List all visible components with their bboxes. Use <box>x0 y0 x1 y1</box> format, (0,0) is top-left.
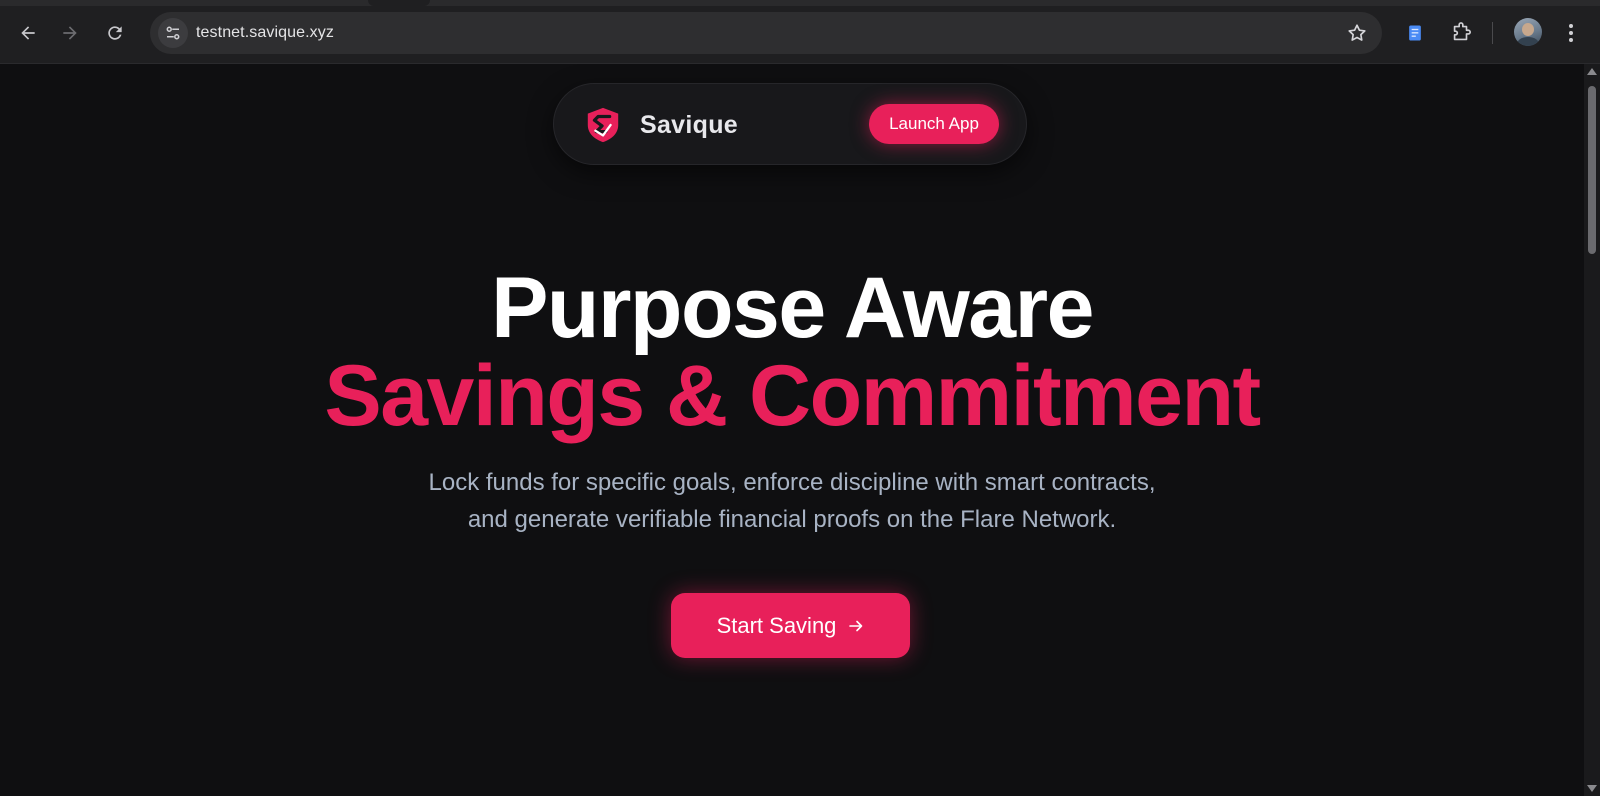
start-saving-label: Start Saving <box>716 612 837 638</box>
reload-button[interactable] <box>100 18 130 48</box>
kebab-menu-icon[interactable] <box>1558 20 1584 46</box>
scroll-up-arrow-icon[interactable] <box>1587 68 1597 75</box>
hero-title-line2: Savings & Commitment <box>324 348 1261 444</box>
tune-icon <box>166 26 180 40</box>
browser-toolbar: testnet.savique.xyz <box>0 0 1600 64</box>
hero-subtitle: Lock funds for specific goals, enforce d… <box>0 464 1584 538</box>
savique-logo-icon[interactable] <box>584 106 622 144</box>
active-tab[interactable] <box>368 0 430 6</box>
hero-subtitle-line2: and generate verifiable financial proofs… <box>467 506 1117 533</box>
address-bar[interactable]: testnet.savique.xyz <box>150 12 1382 54</box>
profile-avatar[interactable] <box>1514 18 1542 46</box>
site-navbar: Savique Launch App <box>553 83 1027 165</box>
arrow-right-icon <box>849 620 863 631</box>
extension-docs-icon[interactable] <box>1402 20 1428 46</box>
hero-title-line1: Purpose Aware <box>491 260 1094 356</box>
tab-strip <box>0 0 1600 6</box>
vertical-scrollbar[interactable] <box>1584 64 1600 796</box>
toolbar-divider <box>1492 22 1493 44</box>
url-text[interactable]: testnet.savique.xyz <box>196 24 334 42</box>
extensions-puzzle-icon[interactable] <box>1448 20 1474 46</box>
forward-arrow-icon <box>63 26 77 40</box>
forward-button[interactable] <box>55 18 85 48</box>
scrollbar-thumb[interactable] <box>1588 86 1596 254</box>
page-viewport: Savique Launch App Purpose Aware Savings… <box>0 64 1584 796</box>
scroll-down-arrow-icon[interactable] <box>1587 785 1597 792</box>
site-info-button[interactable] <box>158 18 188 48</box>
hero-subtitle-line1: Lock funds for specific goals, enforce d… <box>428 469 1156 496</box>
reload-icon <box>108 26 122 40</box>
back-button[interactable] <box>13 18 43 48</box>
launch-app-button[interactable]: Launch App <box>869 104 999 144</box>
bookmark-star-icon[interactable] <box>1346 22 1368 44</box>
brand-name[interactable]: Savique <box>640 111 738 140</box>
back-arrow-icon <box>21 26 35 40</box>
start-saving-button[interactable]: Start Saving <box>671 593 910 658</box>
